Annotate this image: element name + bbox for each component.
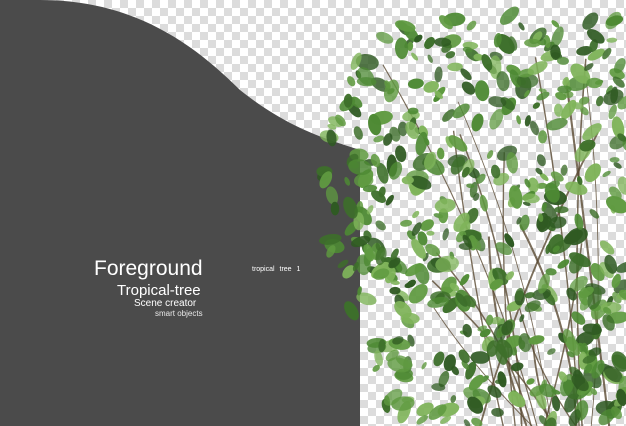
- subtitle-text: Tropical-tree: [117, 282, 201, 299]
- leaf: [516, 115, 521, 125]
- leaf: [524, 300, 541, 313]
- smart-objects-text: smart objects: [155, 309, 203, 318]
- leaf: [462, 323, 472, 338]
- leaf: [344, 177, 351, 186]
- leaf: [582, 123, 602, 141]
- leaf: [474, 80, 490, 102]
- leaf: [450, 395, 457, 403]
- tree-tag-text: tropical tree 1: [252, 266, 301, 273]
- leaf: [560, 164, 568, 176]
- leaf: [427, 54, 433, 63]
- leaf: [595, 95, 604, 107]
- leaf: [479, 194, 488, 212]
- leaf: [557, 259, 570, 269]
- leaf: [426, 230, 435, 236]
- leaf: [436, 147, 445, 160]
- leaf: [536, 154, 546, 167]
- leaf: [421, 362, 427, 370]
- leaf: [547, 348, 556, 355]
- leaf: [411, 52, 419, 61]
- leaf: [434, 198, 456, 213]
- leaf: [347, 76, 356, 87]
- leaf: [400, 219, 413, 227]
- leaf: [602, 170, 611, 177]
- leaf: [589, 209, 600, 219]
- leaf: [434, 66, 443, 83]
- leaf: [554, 206, 569, 214]
- tropical-tree-foliage: [316, 6, 626, 426]
- leaf: [466, 20, 477, 31]
- leaf: [375, 220, 386, 231]
- leaf: [394, 37, 409, 60]
- leaf: [442, 228, 449, 241]
- leaf: [606, 37, 618, 43]
- scene-creator-text: Scene creator: [134, 298, 197, 309]
- image-canvas: Foreground Tropical-tree Scene creator s…: [0, 0, 626, 426]
- leaf: [407, 78, 424, 89]
- leaf: [557, 85, 572, 94]
- leaf: [486, 150, 494, 159]
- leaf: [491, 407, 504, 417]
- leaf: [325, 186, 339, 205]
- leaf: [461, 81, 476, 95]
- leaf: [532, 102, 541, 109]
- leaf: [584, 163, 602, 183]
- leaf: [344, 301, 359, 321]
- leaf: [538, 130, 548, 144]
- leaf: [463, 419, 471, 426]
- leaf: [518, 22, 525, 31]
- leaf: [599, 240, 615, 255]
- leaf: [609, 157, 620, 163]
- leaf: [497, 371, 507, 388]
- title-text: Foreground: [94, 257, 203, 280]
- leaf: [412, 210, 420, 219]
- leaf: [459, 273, 470, 286]
- leaf: [519, 314, 525, 323]
- leaf: [471, 113, 484, 132]
- leaf: [353, 126, 363, 140]
- leaf: [376, 31, 394, 44]
- leaf: [485, 314, 494, 326]
